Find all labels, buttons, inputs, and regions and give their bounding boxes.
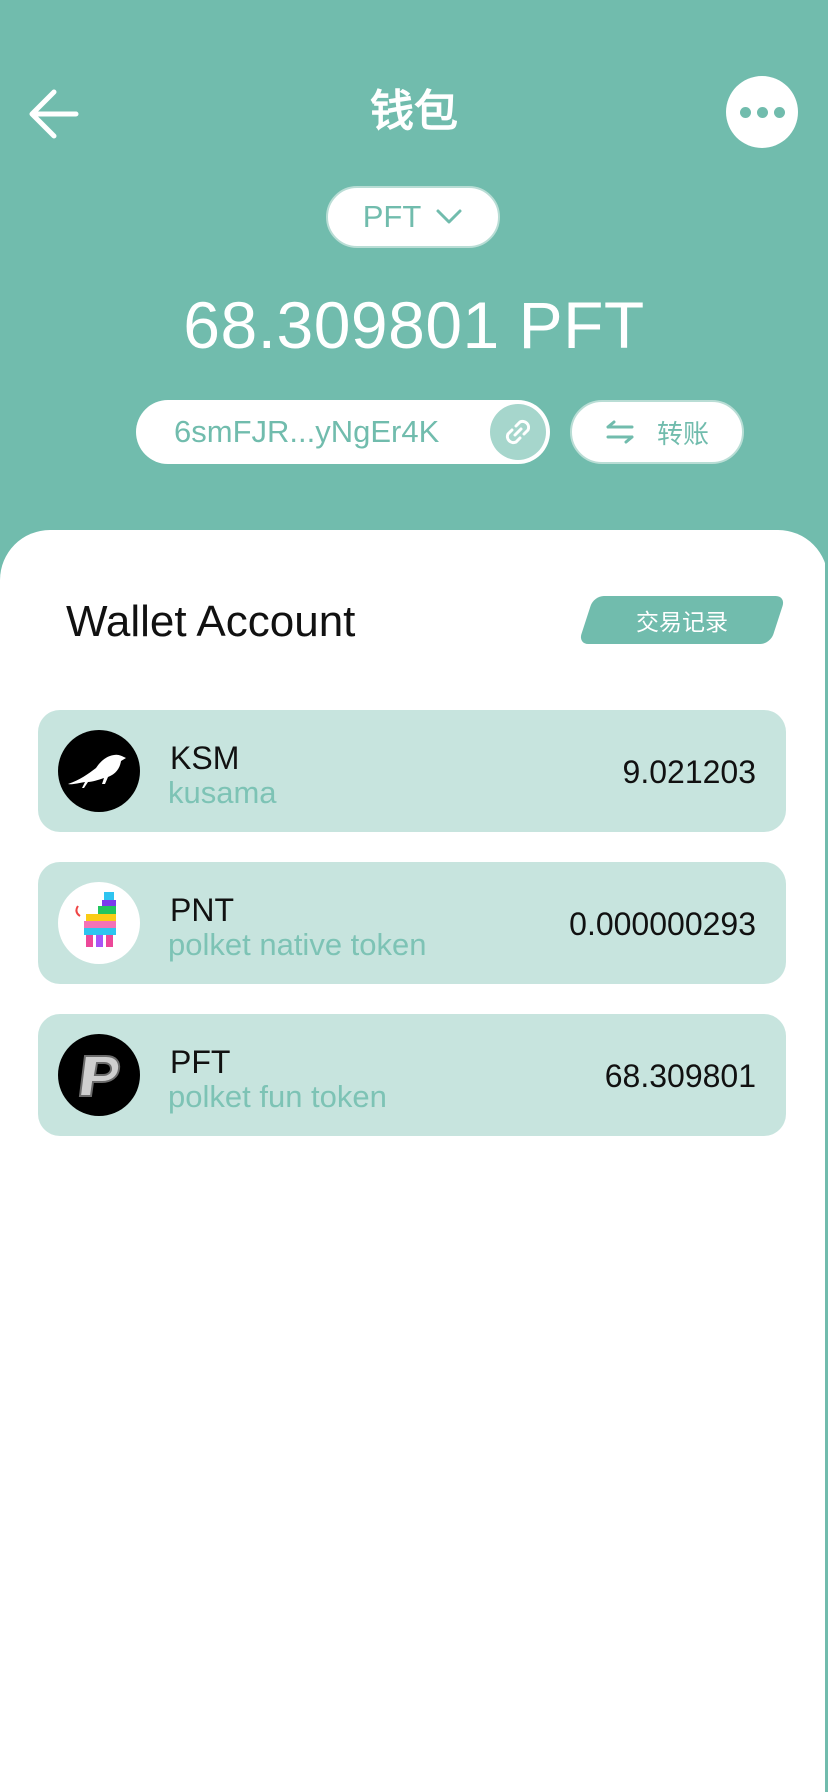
token-amount: 0.000000293 <box>569 906 756 942</box>
copy-link-button[interactable] <box>490 404 546 460</box>
more-dot-icon <box>773 106 785 118</box>
chevron-down-icon <box>436 209 462 224</box>
token-symbol: PFT <box>170 1044 231 1080</box>
wallet-balance: 68.309801 PFT <box>183 288 645 362</box>
more-dot-icon <box>756 106 768 118</box>
token-amount: 68.309801 <box>604 1058 756 1094</box>
token-selector[interactable]: PFT <box>326 186 500 248</box>
pft-p-icon <box>58 1034 140 1116</box>
transfer-label: 转账 <box>656 419 709 450</box>
token-row-pft[interactable]: PFT polket fun token 68.309801 <box>38 1014 786 1136</box>
more-dot-icon <box>739 106 751 118</box>
more-options-button[interactable] <box>726 76 798 148</box>
section-title: Wallet Account <box>66 597 356 646</box>
token-row-pnt[interactable]: PNT polket native token 0.000000293 <box>38 862 786 984</box>
transfer-button[interactable]: 转账 <box>570 400 744 464</box>
transaction-history-label: 交易记录 <box>636 610 728 636</box>
token-name: polket fun token <box>168 1079 387 1114</box>
page-title: 钱包 <box>370 86 458 137</box>
token-symbol: KSM <box>170 740 240 776</box>
wallet-address[interactable]: 6smFJR...yNgEr4K <box>136 400 550 464</box>
wallet-header: 钱包 PFT 68.309801 PFT 6smFJR...yNgEr4K 转账 <box>0 0 828 560</box>
kusama-bird-icon <box>58 730 140 812</box>
token-amount: 9.021203 <box>622 754 756 790</box>
llama-pinata-icon <box>58 882 140 964</box>
address-text: 6smFJR...yNgEr4K <box>174 414 440 449</box>
token-name: polket native token <box>168 927 427 962</box>
link-icon <box>505 419 531 445</box>
wallet-account-card: Wallet Account 交易记录 KSM kusama 9.021203 <box>0 530 828 1792</box>
token-symbol: PNT <box>170 892 234 928</box>
transaction-history-button[interactable]: 交易记录 <box>578 596 786 644</box>
token-selector-label: PFT <box>362 199 422 234</box>
token-row-ksm[interactable]: KSM kusama 9.021203 <box>38 710 786 832</box>
transfer-arrows-icon <box>606 420 634 444</box>
token-name: kusama <box>168 775 277 810</box>
